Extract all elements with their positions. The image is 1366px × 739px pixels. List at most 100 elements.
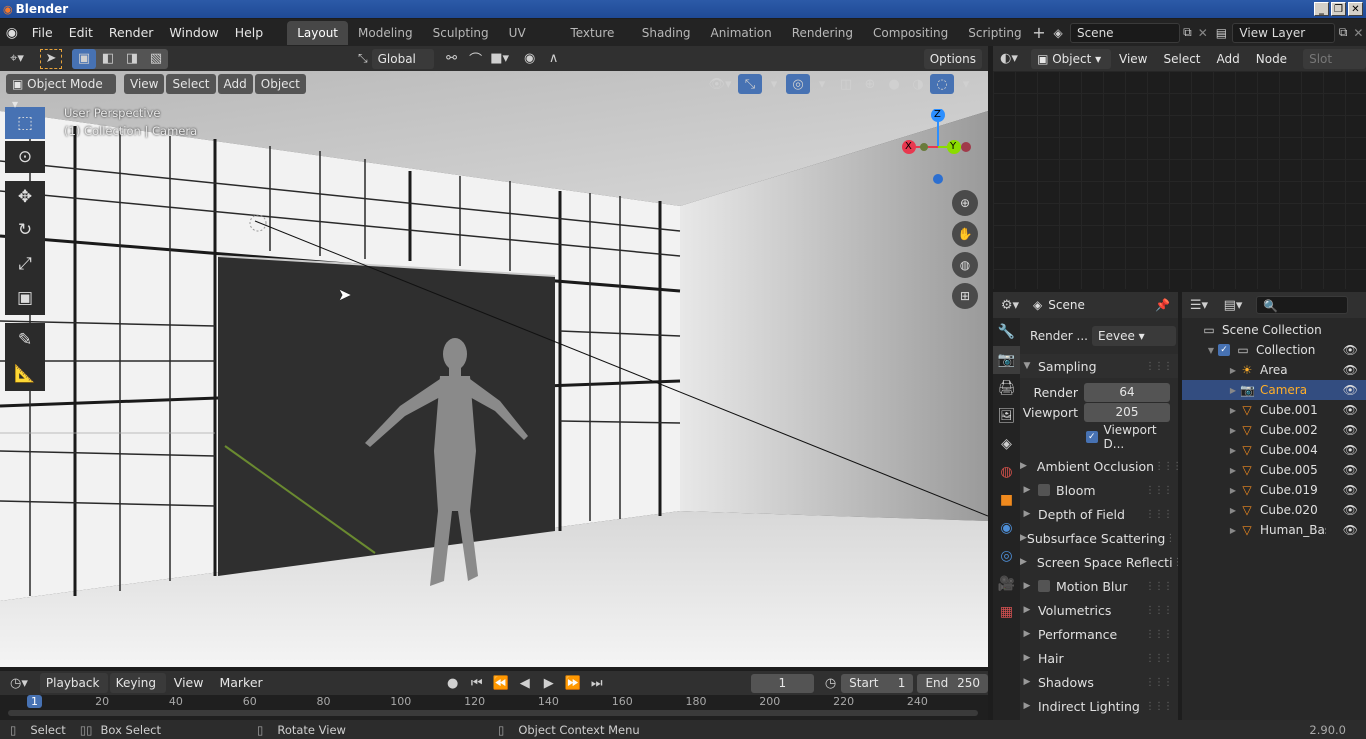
node-view-menu[interactable]: View: [1111, 47, 1155, 71]
drag-handle-icon[interactable]: ⋮⋮⋮: [1145, 485, 1173, 496]
pan-hand-icon[interactable]: ✋: [952, 221, 978, 247]
panel-header[interactable]: ▶ Hair ⋮⋮⋮: [1020, 646, 1178, 670]
scene-icon[interactable]: ◈: [1046, 26, 1070, 40]
gizmo-toggle-icon[interactable]: ⤡: [738, 74, 762, 94]
rendered-shading-icon[interactable]: ◌: [930, 74, 954, 94]
object-menu[interactable]: Object: [254, 74, 306, 94]
orientation-dropdown[interactable]: Global: [371, 48, 434, 69]
select-menu[interactable]: Select: [166, 74, 216, 94]
panel-header[interactable]: ▶ Motion Blur ⋮⋮⋮: [1020, 574, 1178, 598]
node-add-menu[interactable]: Add: [1209, 47, 1248, 71]
select-tool-icon[interactable]: ➤: [40, 48, 62, 69]
drag-handle-icon[interactable]: ⋮⋮⋮: [1145, 605, 1173, 616]
marker-menu[interactable]: Marker: [211, 671, 270, 695]
editor-type-icon[interactable]: ⌖▾: [0, 49, 34, 69]
timeline-scrollbar[interactable]: [8, 710, 978, 716]
tab-rendering[interactable]: Rendering: [782, 21, 863, 45]
timeline-body[interactable]: 1 20 40 60 80 100 120 140 160 180 200 220 240: [0, 695, 988, 720]
tab-compositing[interactable]: Compositing: [863, 21, 958, 45]
menu-render[interactable]: Render: [101, 21, 162, 45]
end-frame-field[interactable]: End 250: [917, 673, 988, 693]
drag-handle-icon[interactable]: ⋮⋮⋮: [1145, 701, 1173, 712]
drag-handle-icon[interactable]: ⋮⋮⋮: [1154, 461, 1178, 472]
panel-header[interactable]: ▶ Depth of Field ⋮⋮⋮: [1020, 502, 1178, 526]
visibility-eye-icon[interactable]: 👁: [1343, 483, 1358, 497]
panel-checkbox[interactable]: [1038, 580, 1050, 592]
expand-triangle-icon[interactable]: ▶: [1226, 486, 1240, 495]
move-tool-icon[interactable]: ✥: [5, 181, 45, 213]
slot-dropdown[interactable]: Slot: [1303, 48, 1366, 69]
delete-scene-icon[interactable]: ✕: [1195, 26, 1210, 40]
add-menu[interactable]: Add: [217, 74, 253, 94]
expand-triangle-icon[interactable]: ▶: [1226, 406, 1240, 415]
scale-tool-icon[interactable]: ⤢: [5, 247, 45, 281]
visibility-eye-icon[interactable]: 👁: [1343, 423, 1358, 437]
menu-window[interactable]: Window: [161, 21, 226, 45]
timeline-view-menu[interactable]: View: [166, 671, 212, 695]
panel-header[interactable]: ▶ Bloom ⋮⋮⋮: [1020, 478, 1178, 502]
display-mode-icon[interactable]: ▤▾: [1216, 295, 1250, 315]
panel-header[interactable]: ▶ Screen Space Reflecti⋮⋮⋮: [1020, 550, 1178, 574]
scene-tab-icon[interactable]: ◈: [993, 430, 1020, 458]
collection-checkbox[interactable]: ✓: [1218, 344, 1230, 356]
node-editor-canvas[interactable]: [993, 71, 1366, 289]
menu-help[interactable]: Help: [227, 21, 272, 45]
expand-triangle-icon[interactable]: ▶: [1226, 466, 1240, 475]
outliner-item[interactable]: ▶ 📷 Camera 👁: [1182, 380, 1366, 400]
drag-handle-icon[interactable]: ⋮⋮⋮: [1145, 653, 1173, 664]
next-keyframe-icon[interactable]: ⏩: [561, 673, 585, 693]
snap-icon[interactable]: ⌒: [464, 49, 488, 69]
drag-handle-icon[interactable]: ⋮⋮⋮: [1145, 677, 1173, 688]
playback-menu[interactable]: Playback ▾: [39, 673, 108, 710]
select-new-icon[interactable]: ▣: [72, 48, 96, 69]
view-layer-field[interactable]: View Layer: [1232, 22, 1336, 43]
tab-shading[interactable]: Shading: [632, 21, 701, 45]
drag-handle-icon[interactable]: ⋮⋮⋮: [1165, 533, 1178, 544]
tab-layout[interactable]: Layout: [287, 20, 349, 45]
wireframe-shading-icon[interactable]: ⊕: [858, 74, 882, 94]
outliner-search-input[interactable]: 🔍: [1256, 296, 1348, 314]
output-tab-icon[interactable]: 🖨: [993, 374, 1020, 402]
outliner-item[interactable]: ▶ ▽ Cube.005 👁: [1182, 460, 1366, 480]
ortho-grid-icon[interactable]: ⊞: [952, 283, 978, 309]
delete-view-layer-icon[interactable]: ✕: [1351, 26, 1366, 40]
record-icon[interactable]: ●: [441, 673, 465, 693]
play-icon[interactable]: ▶: [537, 673, 561, 693]
zoom-icon[interactable]: ⊕: [952, 190, 978, 216]
node-editor-type-icon[interactable]: ◐▾: [993, 49, 1025, 69]
texture-tab-icon[interactable]: ▦: [993, 598, 1020, 626]
menu-file[interactable]: File: [24, 21, 61, 45]
drag-handle-icon[interactable]: ⋮⋮⋮: [1145, 581, 1173, 592]
solid-shading-icon[interactable]: ●: [882, 74, 906, 94]
xray-icon[interactable]: ◫: [834, 74, 858, 94]
properties-editor-icon[interactable]: ⚙▾: [993, 295, 1027, 315]
keying-menu[interactable]: Keying ▾: [109, 673, 166, 710]
expand-triangle-icon[interactable]: ▶: [1226, 446, 1240, 455]
select-extend-icon[interactable]: ◧: [96, 49, 120, 69]
outliner-item[interactable]: ▶ ▽ Cube.019 👁: [1182, 480, 1366, 500]
tab-uv-editing[interactable]: UV Editing: [499, 21, 561, 64]
rotate-tool-icon[interactable]: ↻: [5, 213, 45, 247]
blender-menu-icon[interactable]: ◉: [0, 25, 24, 41]
panel-checkbox[interactable]: [1038, 484, 1050, 496]
menu-edit[interactable]: Edit: [61, 21, 101, 45]
current-frame-field[interactable]: 1: [750, 673, 815, 693]
expand-triangle-icon[interactable]: ▶: [1226, 526, 1240, 535]
panel-header[interactable]: ▶ Volumetrics ⋮⋮⋮: [1020, 598, 1178, 622]
visibility-eye-icon[interactable]: 👁: [1343, 443, 1358, 457]
cursor-tool-icon[interactable]: ⊙: [5, 141, 45, 173]
panel-header[interactable]: ▶ Shadows ⋮⋮⋮: [1020, 670, 1178, 694]
view-layer-tab-icon[interactable]: 🖼: [993, 402, 1020, 430]
outliner-item[interactable]: ▶ ▽ Cube.002 👁: [1182, 420, 1366, 440]
overlay-toggle-icon[interactable]: ◎: [786, 74, 810, 94]
visibility-eye-icon[interactable]: 👁: [1343, 503, 1358, 517]
snap-target-icon[interactable]: ■▾: [488, 49, 512, 69]
node-object-dropdown[interactable]: ▣ Object ▾: [1031, 48, 1111, 69]
outliner-item[interactable]: ▶ ▽ Cube.001 👁: [1182, 400, 1366, 420]
pivot-icon[interactable]: ⚯: [440, 49, 464, 69]
render-samples-field[interactable]: 64: [1084, 382, 1170, 402]
panel-header[interactable]: ▶Subsurface Scattering⋮⋮⋮: [1020, 526, 1178, 550]
node-node-menu[interactable]: Node: [1248, 47, 1295, 71]
copy-view-layer-icon[interactable]: ⧉: [1335, 25, 1350, 40]
object-tab-icon[interactable]: ■: [993, 486, 1020, 514]
